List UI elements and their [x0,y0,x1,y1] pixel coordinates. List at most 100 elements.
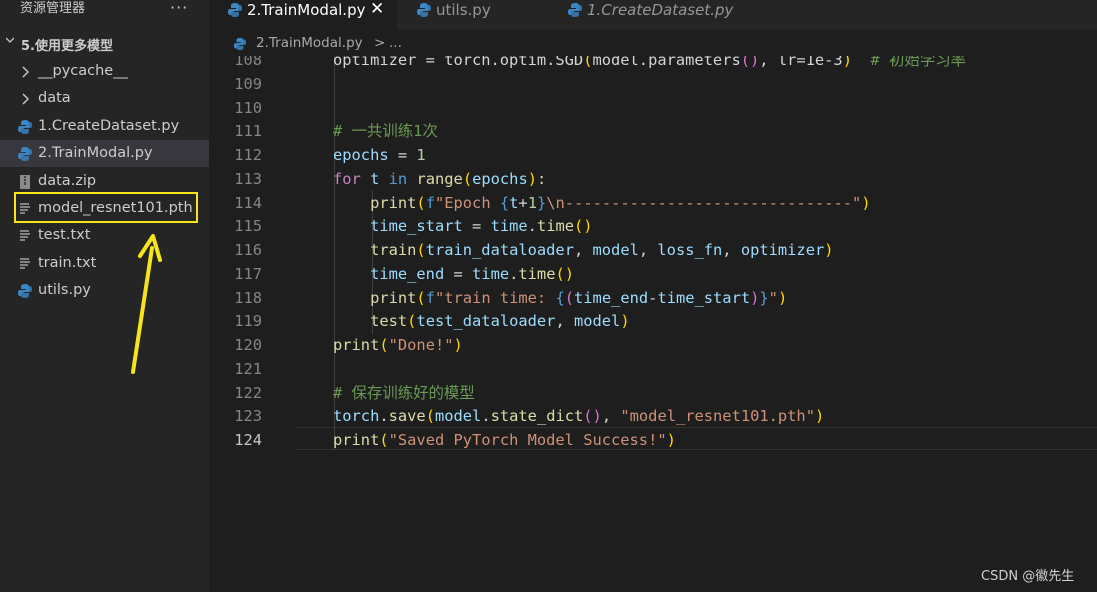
tab-utils[interactable]: utils.py [398,0,548,30]
line-number: 117 [234,264,262,283]
code-token: . [379,407,389,426]
tree-item-train-txt[interactable]: train.txt [0,250,209,277]
breadcrumb-symbols[interactable]: ... [389,35,402,51]
breadcrumb-file[interactable]: 2.TrainModal.py [256,35,363,51]
line-number: 124 [234,431,262,449]
line-number: 119 [234,312,262,331]
code-line[interactable]: 118 print(f"train time: {(time_end-time_… [209,286,1097,310]
code-text: train(train_dataloader, model, loss_fn, … [333,238,833,262]
code-line[interactable]: 124 print("Saved PyTorch Model Success!") [209,428,1097,452]
code-token: epochs [333,146,389,164]
code-line[interactable]: 110 [209,96,1097,120]
chevron-down-icon [6,37,14,43]
explorer-header: 资源管理器 ··· [0,0,209,30]
code-token: ( [564,288,575,307]
line-number: 115 [234,217,262,236]
tab-trainmodal[interactable]: 2.TrainModal.py ✕ [209,0,397,30]
code-token: time [490,217,528,236]
code-line[interactable]: 117 time_end = time.time() [209,262,1097,286]
code-token: # 保存训练好的模型 [333,383,475,402]
code-text: print(f"Epoch {t+1}\n-------------------… [333,191,871,215]
code-token: ) [453,336,463,354]
tree-item-pycache[interactable]: __pycache__ [0,58,209,85]
code-line[interactable]: 115 time_start = time.time() [209,214,1097,238]
more-actions-icon[interactable]: ··· [170,0,188,17]
close-tab-icon[interactable]: ✕ [370,0,384,19]
workspace-folder-label: 5.使用更多模型 [21,39,113,54]
code-line[interactable]: 114 print(f"Epoch {t+1}\n---------------… [209,191,1097,215]
code-line[interactable]: 108 optimizer = torch.optim.SGD(model.par… [209,56,1097,72]
line-number: 108 [234,56,262,69]
chevron-right-icon [17,91,33,107]
code-token: "Saved PyTorch Model Success!" [388,431,667,449]
tree-item-utils-py[interactable]: utils.py [0,277,209,304]
code-token: t [370,169,380,188]
code-line[interactable]: 111 # 一共训练1次 [209,119,1097,143]
code-token: () [555,264,575,283]
code-token: ) [777,288,788,307]
code-token: range [416,169,463,188]
code-text: optimizer = torch.optim.SGD(model.parame… [333,56,966,72]
code-token: test [370,312,408,331]
code-line[interactable]: 109 [209,72,1097,96]
tree-item-1-createdataset-py[interactable]: 1.CreateDataset.py [0,113,209,140]
tree-item-2-trainmodal-py[interactable]: 2.TrainModal.py [0,140,209,168]
code-line[interactable]: 122 # 保存训练好的模型 [209,381,1097,405]
code-token: train [370,241,417,259]
code-line[interactable]: 119 test(test_dataloader, model) [209,309,1097,333]
code-token: ) [842,56,852,69]
tab-label: 1.CreateDataset.py [587,1,734,19]
code-line[interactable]: 121 [209,357,1097,381]
line-number: 113 [234,169,262,188]
code-token: { [499,193,510,212]
workspace-folder[interactable]: 5.使用更多模型 [0,33,209,54]
code-line[interactable]: 123 torch.save(model.state_dict(), "model… [209,404,1097,428]
code-token: time_start [370,217,463,236]
annotation-highlight-box [14,192,198,223]
code-token: { [555,288,565,307]
code-token: () [574,217,593,236]
tab-createdataset[interactable]: 1.CreateDataset.py [549,0,739,30]
tree-item-data[interactable]: data [0,85,209,112]
editor-tab-bar: 2.TrainModal.py ✕ utils.py 1.CreateDatas… [209,0,1097,30]
line-number: 118 [234,288,262,307]
code-editor[interactable]: 108 optimizer = torch.optim.SGD(model.par… [209,56,1097,592]
code-token: = [462,217,491,236]
code-token: ) [814,407,825,426]
code-line[interactable]: 120 print("Done!") [209,333,1097,357]
code-token: , [638,241,658,259]
explorer-title: 资源管理器 [20,1,86,16]
code-token: # 一共训练1次 [333,122,438,141]
line-number: 111 [234,122,262,141]
tree-item-label: utils.py [38,282,91,299]
code-token: () [583,407,602,426]
tree-item-test-txt[interactable]: test.txt [0,222,209,249]
tree-item-data-zip[interactable]: data.zip [0,168,209,195]
tab-label: 2.TrainModal.py [247,1,366,19]
code-text: print("Done!") [333,333,463,357]
line-number: 121 [234,359,262,378]
code-token: print [370,193,417,212]
line-number: 109 [234,74,262,93]
code-token: ) [527,169,537,188]
code-line[interactable]: 116 train(train_dataloader, model, loss_… [209,238,1097,262]
code-token: \n-------------------------------" [546,193,862,212]
line-number: 120 [234,336,262,354]
code-token: model [434,407,482,426]
chevron-right-icon [17,64,33,80]
code-token: train_dataloader [425,241,574,259]
code-token: } [536,193,547,212]
code-line[interactable]: 112 epochs = 1 [209,143,1097,167]
code-token: torch [333,407,380,426]
code-token: , [555,312,574,331]
code-token: , [601,407,621,426]
code-token: . [481,407,491,426]
code-token: time [518,264,556,283]
code-token: "Epoch [434,193,500,212]
code-token: ( [379,336,389,354]
code-line[interactable]: 113 for t in range(epochs): [209,167,1097,191]
